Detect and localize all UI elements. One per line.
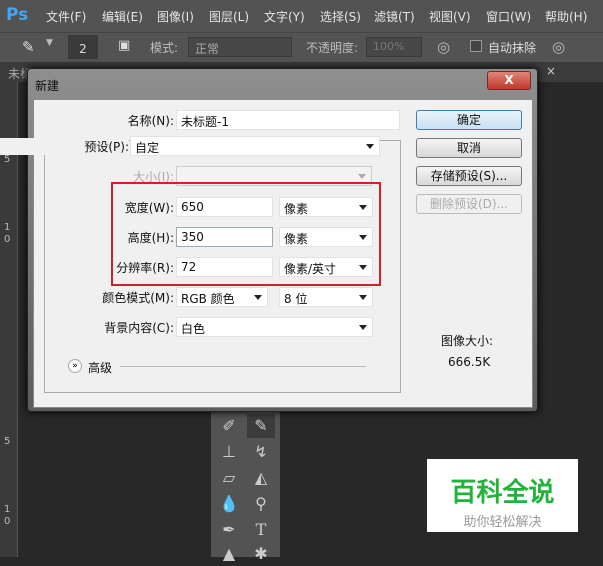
resolution-unit-value: 像素/英寸 — [284, 262, 337, 276]
eraser-icon[interactable]: ▱ — [215, 466, 243, 490]
menu-file[interactable]: 文件(F) — [46, 8, 86, 25]
image-size-value: 666.5K — [448, 355, 491, 369]
advanced-label[interactable]: 高级 — [88, 359, 112, 376]
stamp-icon[interactable]: ⊥ — [215, 440, 243, 464]
bit-depth-select[interactable]: 8 位 — [279, 287, 373, 307]
delete-preset-button: 删除预设(D)... — [416, 194, 522, 214]
menu-filter[interactable]: 滤镜(T) — [374, 8, 415, 25]
pen-icon[interactable]: ✒ — [215, 518, 243, 542]
height-input[interactable]: 350 — [176, 227, 273, 247]
save-preset-button[interactable]: 存储预设(S)... — [416, 166, 522, 186]
type-tool-icon[interactable]: T — [247, 518, 275, 542]
mode-label: 模式: — [150, 41, 179, 55]
resolution-label: 分辨率(R): — [116, 261, 174, 275]
chevron-down-icon[interactable]: ▼ — [46, 38, 53, 48]
name-label: 名称(N): — [127, 114, 174, 128]
expand-advanced-icon[interactable]: » — [68, 359, 82, 373]
height-unit-select[interactable]: 像素 — [279, 227, 373, 247]
opacity-label: 不透明度: — [306, 41, 359, 55]
width-unit-value: 像素 — [284, 202, 309, 216]
brush-size-picker[interactable]: 2 — [68, 35, 98, 59]
watermark: 百科全说 助你轻松解决 — [427, 459, 578, 532]
preset-label: 预设(P): — [0, 138, 129, 155]
image-size-label: 图像大小: — [441, 334, 494, 348]
menu-layer[interactable]: 图层(L) — [209, 8, 249, 25]
mode-select[interactable]: 正常 — [188, 37, 292, 57]
dialog-body: 名称(N): 未标题-1 预设(P): 自定 大小(I): 宽度(W): 650… — [0, 99, 533, 408]
ruler-tick: 5 — [4, 436, 11, 447]
ps-logo: Ps — [6, 5, 29, 25]
options-bar: ✎ ▼ 2 ▣ 模式: 正常 不透明度: 100% ◎ 自动抹除 ◎ — [0, 32, 603, 62]
ruler-tick: 1 — [4, 222, 11, 233]
paint-bucket-icon[interactable]: ◭ — [247, 466, 275, 490]
shape-icon[interactable]: ✱ — [247, 542, 275, 566]
ruler-tick: 0 — [4, 516, 11, 527]
width-input[interactable]: 650 — [176, 197, 273, 217]
cancel-button[interactable]: 取消 — [416, 138, 522, 158]
new-document-dialog: 新建 X 名称(N): 未标题-1 预设(P): 自定 大小(I): 宽度(W)… — [0, 68, 538, 412]
color-mode-value: RGB 颜色 — [181, 292, 235, 306]
pressure-size-icon[interactable]: ◎ — [552, 38, 565, 56]
resolution-input[interactable]: 72 — [176, 257, 273, 277]
ruler-tick: 1 — [4, 504, 11, 515]
ruler-tick: 0 — [4, 234, 11, 245]
height-unit-value: 像素 — [284, 232, 309, 246]
bit-depth-value: 8 位 — [284, 292, 308, 306]
history-brush-icon[interactable]: ↯ — [247, 440, 275, 464]
menu-window[interactable]: 窗口(W) — [486, 8, 531, 25]
blur-icon[interactable]: 💧 — [215, 492, 243, 516]
preset-value: 自定 — [135, 141, 160, 155]
name-input[interactable]: 未标题-1 — [176, 110, 400, 130]
divider — [120, 366, 366, 367]
background-value: 白色 — [181, 322, 206, 336]
ok-button[interactable]: 确定 — [416, 110, 522, 130]
color-mode-select[interactable]: RGB 颜色 — [176, 287, 268, 307]
opacity-input[interactable]: 100% — [366, 37, 422, 57]
background-label: 背景内容(C): — [104, 321, 174, 335]
toolbox: ✐ ✎ ⊥ ↯ ▱ ◭ 💧 ⚲ ✒ T ▲ ✱ — [211, 412, 280, 563]
menu-edit[interactable]: 编辑(E) — [102, 8, 143, 25]
pencil-icon[interactable]: ✎ — [22, 38, 35, 56]
pressure-opacity-icon[interactable]: ◎ — [437, 38, 450, 56]
tab-close-icon[interactable]: × — [546, 64, 556, 78]
watermark-title: 百科全说 — [450, 478, 555, 508]
dodge-icon[interactable]: ⚲ — [247, 492, 275, 516]
menu-bar: Ps 文件(F) 编辑(E) 图像(I) 图层(L) 文字(Y) 选择(S) 滤… — [0, 0, 603, 32]
height-label: 高度(H): — [127, 231, 174, 245]
dialog-title: 新建 — [35, 79, 60, 93]
auto-erase-label: 自动抹除 — [488, 41, 537, 55]
path-select-icon[interactable]: ▲ — [215, 542, 243, 566]
resolution-unit-select[interactable]: 像素/英寸 — [279, 257, 373, 277]
menu-view[interactable]: 视图(V) — [429, 8, 471, 25]
menu-image[interactable]: 图像(I) — [157, 8, 194, 25]
watermark-subtitle: 助你轻松解决 — [463, 515, 542, 530]
pencil-tool-icon[interactable]: ✎ — [247, 414, 275, 438]
menu-help[interactable]: 帮助(H) — [545, 8, 587, 25]
brush-panel-icon[interactable]: ▣ — [118, 38, 130, 53]
healing-brush-icon[interactable]: ✐ — [215, 414, 243, 438]
menu-type[interactable]: 文字(Y) — [264, 8, 305, 25]
close-button[interactable]: X — [487, 71, 531, 90]
width-label: 宽度(W): — [124, 201, 174, 215]
auto-erase-checkbox[interactable] — [470, 40, 482, 52]
width-unit-select[interactable]: 像素 — [279, 197, 373, 217]
menu-select[interactable]: 选择(S) — [320, 8, 361, 25]
ruler-tick: 5 — [4, 154, 11, 165]
background-select[interactable]: 白色 — [176, 317, 373, 337]
color-mode-label: 颜色模式(M): — [102, 291, 174, 305]
preset-select[interactable]: 自定 — [130, 136, 380, 156]
